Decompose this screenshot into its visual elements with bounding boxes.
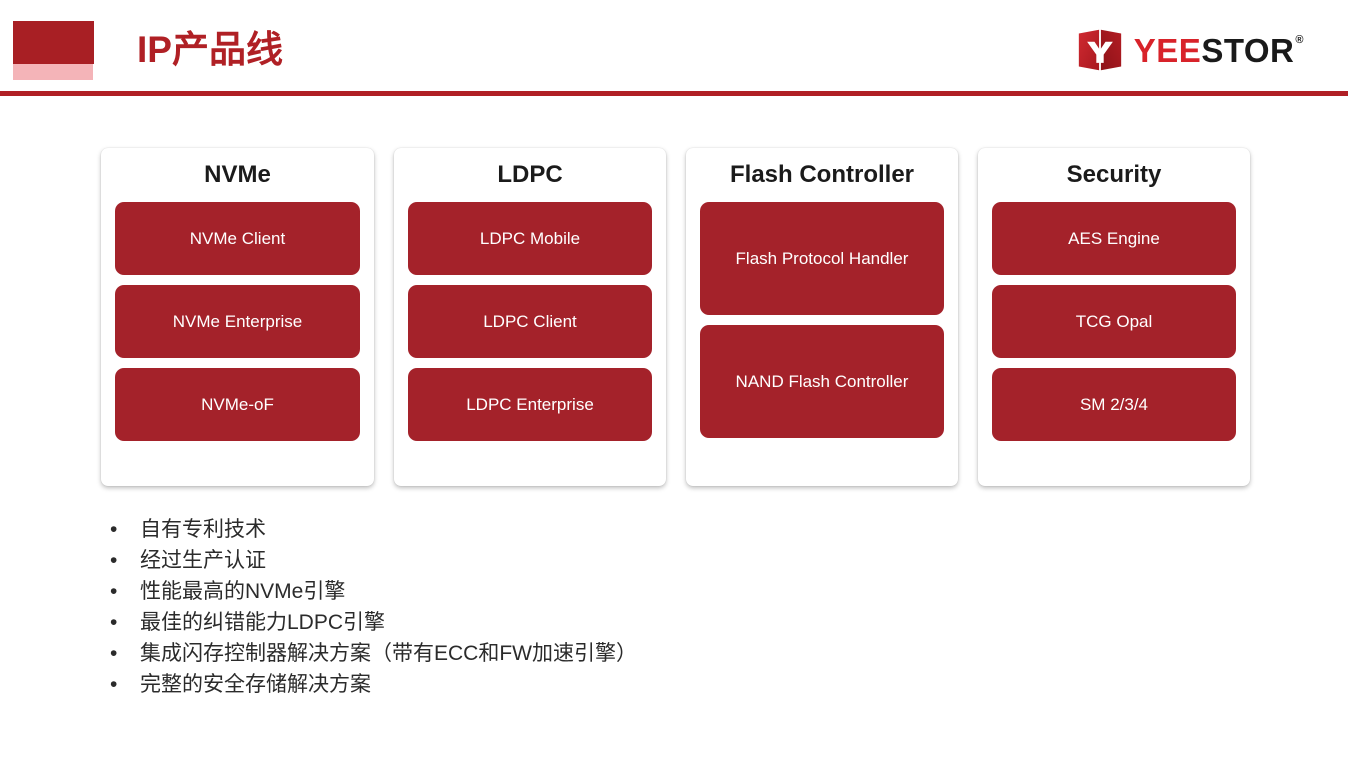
product-chip[interactable]: LDPC Enterprise: [408, 368, 652, 441]
bullet-icon: •: [110, 673, 118, 696]
list-item-label: 自有专利技术: [140, 518, 266, 541]
list-item-label: 经过生产认证: [140, 549, 266, 572]
ip-product-card-row: NVMe NVMe Client NVMe Enterprise NVMe-oF…: [101, 148, 1250, 486]
product-chip[interactable]: NAND Flash Controller: [700, 325, 944, 438]
brand-logo: YEE STOR ®: [1077, 27, 1304, 73]
product-chip[interactable]: LDPC Client: [408, 285, 652, 358]
list-item: • 自有专利技术: [110, 514, 1010, 545]
list-item-label: 完整的安全存储解决方案: [140, 673, 371, 696]
product-card-ldpc[interactable]: LDPC LDPC Mobile LDPC Client LDPC Enterp…: [394, 148, 666, 486]
bullet-icon: •: [110, 518, 118, 541]
list-item: • 最佳的纠错能力LDPC引擎: [110, 607, 1010, 638]
list-item: • 性能最高的NVMe引擎: [110, 576, 1010, 607]
header-accent-block-light: [13, 64, 93, 80]
list-item: • 完整的安全存储解决方案: [110, 669, 1010, 700]
page-title: IP产品线: [137, 29, 283, 70]
header-divider-rule: [0, 91, 1348, 96]
bullet-icon: •: [110, 580, 118, 603]
brand-wordmark-secondary: STOR: [1201, 31, 1295, 69]
header-accent-block-dark: [13, 21, 94, 64]
card-items-flash-controller: Flash Protocol Handler NAND Flash Contro…: [700, 202, 944, 438]
bullet-icon: •: [110, 642, 118, 665]
list-item: • 集成闪存控制器解决方案（带有ECC和FW加速引擎）: [110, 638, 1010, 669]
slide-root: IP产品线 YEE STOR ® NVMe NVMe Client NVMe E…: [0, 0, 1348, 758]
feature-bullet-list: • 自有专利技术 • 经过生产认证 • 性能最高的NVMe引擎 • 最佳的纠错能…: [110, 514, 1010, 700]
list-item: • 经过生产认证: [110, 545, 1010, 576]
product-card-security[interactable]: Security AES Engine TCG Opal SM 2/3/4: [978, 148, 1250, 486]
list-item-label: 集成闪存控制器解决方案（带有ECC和FW加速引擎）: [140, 642, 637, 665]
card-title-nvme: NVMe: [204, 161, 271, 188]
yeestor-logo-mark-icon: [1077, 27, 1123, 73]
product-card-flash-controller[interactable]: Flash Controller Flash Protocol Handler …: [686, 148, 958, 486]
card-title-ldpc: LDPC: [497, 161, 563, 188]
list-item-label: 性能最高的NVMe引擎: [140, 580, 346, 603]
brand-wordmark-primary: YEE: [1133, 31, 1202, 69]
product-chip[interactable]: SM 2/3/4: [992, 368, 1236, 441]
product-chip[interactable]: NVMe Enterprise: [115, 285, 360, 358]
card-items-security: AES Engine TCG Opal SM 2/3/4: [992, 202, 1236, 441]
bullet-icon: •: [110, 549, 118, 572]
product-chip[interactable]: LDPC Mobile: [408, 202, 652, 275]
product-chip[interactable]: TCG Opal: [992, 285, 1236, 358]
product-card-nvme[interactable]: NVMe NVMe Client NVMe Enterprise NVMe-oF: [101, 148, 374, 486]
card-title-flash-controller: Flash Controller: [729, 161, 915, 188]
product-chip[interactable]: NVMe Client: [115, 202, 360, 275]
product-chip[interactable]: NVMe-oF: [115, 368, 360, 441]
card-items-nvme: NVMe Client NVMe Enterprise NVMe-oF: [115, 202, 360, 441]
registered-trademark-icon: ®: [1295, 33, 1304, 46]
product-chip[interactable]: AES Engine: [992, 202, 1236, 275]
card-items-ldpc: LDPC Mobile LDPC Client LDPC Enterprise: [408, 202, 652, 441]
product-chip[interactable]: Flash Protocol Handler: [700, 202, 944, 315]
list-item-label: 最佳的纠错能力LDPC引擎: [140, 611, 386, 634]
bullet-icon: •: [110, 611, 118, 634]
brand-wordmark: YEE STOR ®: [1134, 34, 1304, 67]
card-title-security: Security: [1066, 161, 1162, 188]
slide-header: IP产品线 YEE STOR ®: [0, 0, 1348, 100]
